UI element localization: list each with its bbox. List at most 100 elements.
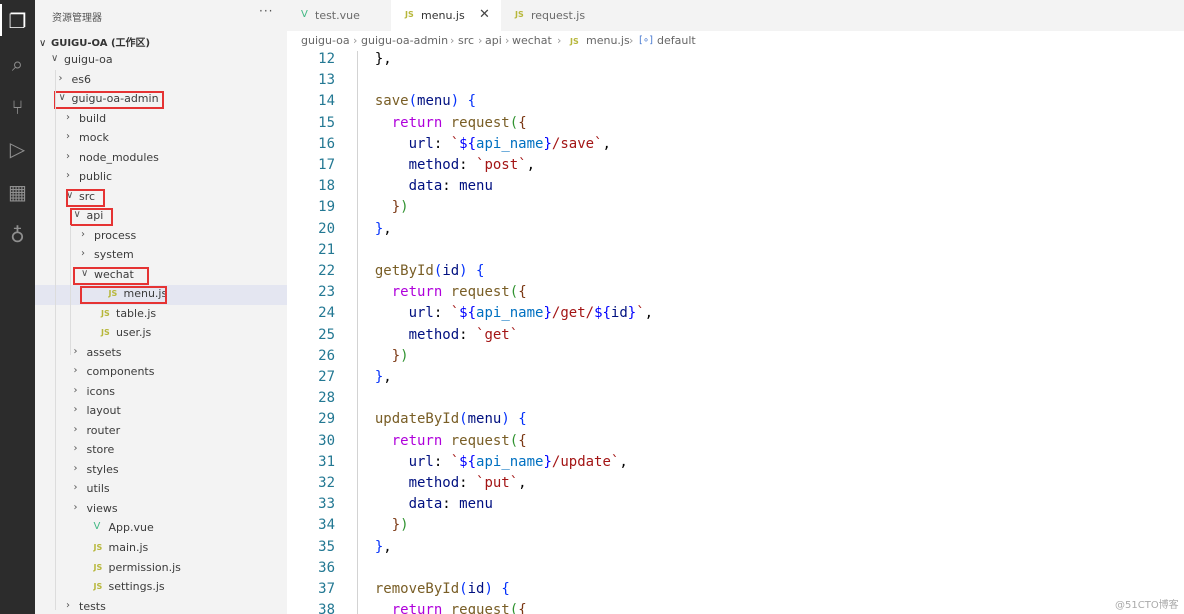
tree-item-label: settings.js [108, 580, 165, 594]
tree-item-label: views [86, 501, 118, 515]
tree-item-file-user-js[interactable]: JS user.js [35, 324, 287, 344]
chevron-right-icon: › [66, 599, 70, 611]
explorer-icon[interactable]: ❐ [0, 2, 35, 40]
code-line: return request({ [391, 432, 527, 449]
more-actions-icon[interactable]: ··· [259, 4, 273, 18]
tree-item-folder-store[interactable]: › store [35, 441, 287, 461]
tree-item-folder-assets[interactable]: › assets [35, 344, 287, 364]
tree-item-folder-router[interactable]: › router [35, 422, 287, 442]
breadcrumb-item[interactable]: guigu-oa-admin [361, 34, 448, 47]
tree-item-label: public [79, 170, 113, 184]
watermark: @51CTO博客 [1115, 600, 1179, 611]
tree-item-label: guigu-oa [64, 53, 113, 66]
tree-item-folder-process[interactable]: › process [35, 227, 287, 247]
breadcrumb-separator-icon: › [450, 34, 455, 47]
tree-item-label: components [86, 365, 155, 379]
source-control-icon[interactable]: ⑂ [0, 88, 35, 126]
line-number: 32 [318, 475, 335, 491]
tree-item-folder-styles[interactable]: › styles [35, 461, 287, 481]
breadcrumb-file[interactable]: menu.js [586, 34, 630, 47]
workspace-header[interactable]: ∨ GUIGU-OA (工作区) [35, 34, 150, 49]
breadcrumb-separator-icon: › [478, 34, 483, 47]
close-icon[interactable]: ✕ [479, 7, 490, 22]
chevron-right-icon: › [73, 404, 78, 416]
code-line: }, [358, 51, 392, 67]
tree-item-label: main.js [108, 541, 149, 554]
tree-item-label: process [94, 228, 137, 242]
tree-item-folder-layout[interactable]: › layout [35, 402, 287, 422]
tree-item-label: build [79, 111, 107, 125]
remote-icon[interactable]: ♁ [0, 216, 35, 254]
tree-item-folder-guigu-oa[interactable]: ∨ guigu-oa [35, 51, 287, 71]
code-line: method: `put`, [408, 475, 527, 491]
tree-item-folder-components[interactable]: › components [35, 363, 287, 383]
explorer-icon-glyph: ❐ [8, 9, 27, 33]
javascript-file-icon: JS [93, 562, 103, 572]
tree-item-file-app-vue[interactable]: V App.vue [35, 519, 287, 539]
tree-item-folder-public[interactable]: › public [35, 168, 287, 188]
line-number: 28 [318, 390, 335, 407]
code-line: }, [374, 220, 392, 237]
code-line: data: menu [408, 496, 493, 513]
tree-item-label: App.vue [108, 521, 154, 535]
line-number: 12 [318, 51, 335, 67]
workspace-twistie-icon: ∨ [39, 38, 47, 49]
tree-item-folder-build[interactable]: › build [35, 110, 287, 130]
explorer-sidebar: 资源管理器 ··· ∨ GUIGU-OA (工作区) ∨ guigu-oa › es6 ∨… [35, 0, 287, 614]
extensions-icon-glyph: ▦ [8, 180, 27, 204]
tab-test-vue[interactable]: Vtest.vue [287, 0, 391, 31]
breadcrumb-separator-icon: › [505, 34, 510, 47]
code-line: method: `get` [408, 326, 519, 343]
extensions-icon[interactable]: ▦ [0, 173, 35, 211]
tab-menu-js[interactable]: JS menu.js ✕ [391, 0, 501, 31]
tree-item-file-table-js[interactable]: JS table.js [35, 305, 287, 325]
line-number: 31 [318, 453, 335, 470]
line-number: 16 [318, 135, 335, 152]
source-control-icon-glyph: ⑂ [11, 95, 24, 119]
tree-item-folder-icons[interactable]: › icons [35, 383, 287, 403]
breadcrumb-item[interactable]: src [458, 34, 474, 47]
line-number: 24 [318, 305, 335, 322]
breadcrumb-item[interactable]: wechat [512, 34, 552, 47]
tree-item-label: user.js [116, 326, 152, 340]
tree-item-folder-tests[interactable]: › tests [35, 598, 287, 614]
tree-item-folder-es6[interactable]: › es6 [35, 71, 287, 91]
activity-bar: ❐ ⌕ ⑂ ▷ ▦ ♁ [0, 0, 35, 614]
tree-item-file-settings-js[interactable]: JS settings.js [35, 578, 287, 598]
tree-item-file-permission-js[interactable]: JS permission.js [35, 559, 287, 579]
editor-tab-bar: Vtest.vue JS menu.js ✕ JS request.js [287, 0, 1184, 31]
chevron-right-icon: › [73, 423, 78, 435]
tree-item-folder-views[interactable]: › views [35, 500, 287, 520]
breadcrumb-symbol[interactable]: default [657, 34, 696, 47]
vue-file-icon: V [93, 521, 101, 533]
breadcrumb-item[interactable]: guigu-oa [301, 34, 350, 47]
line-number: 38 [318, 602, 335, 614]
search-icon[interactable]: ⌕ [0, 45, 35, 83]
tree-item-folder-utils[interactable]: › utils [35, 480, 287, 500]
tab-request-js[interactable]: JS request.js [501, 0, 605, 31]
tree-item-file-main-js[interactable]: JS main.js [35, 539, 287, 559]
line-number: 29 [318, 411, 335, 428]
code-line: }) [391, 347, 409, 364]
annotation-highlight-box [70, 208, 113, 227]
chevron-right-icon: › [58, 72, 63, 84]
annotation-highlight-box [80, 286, 167, 305]
code-line: }) [391, 199, 409, 216]
code-line: getById(id) { [374, 263, 485, 279]
tree-indent-guide [55, 70, 56, 610]
tree-item-folder-node-modules[interactable]: › node_modules [35, 149, 287, 169]
tree-item-label: router [86, 423, 121, 437]
tree-item-label: permission.js [108, 560, 181, 574]
code-line: url: `${api_name}/update`, [408, 453, 628, 470]
line-number: 30 [318, 432, 335, 449]
tree-item-folder-system[interactable]: › system [35, 246, 287, 266]
chevron-right-icon: › [81, 248, 85, 260]
chevron-right-icon: › [73, 345, 78, 357]
code-editor[interactable]: 12 }, 13 14 save(menu) {15 return request(… [287, 51, 1184, 614]
breadcrumb-item[interactable]: api [485, 34, 502, 47]
remote-icon-glyph: ♁ [10, 223, 25, 247]
code-line: }) [391, 517, 409, 534]
tree-item-folder-mock[interactable]: › mock [35, 129, 287, 149]
tree-item-label: layout [86, 404, 121, 418]
run-debug-icon[interactable]: ▷ [0, 130, 35, 168]
